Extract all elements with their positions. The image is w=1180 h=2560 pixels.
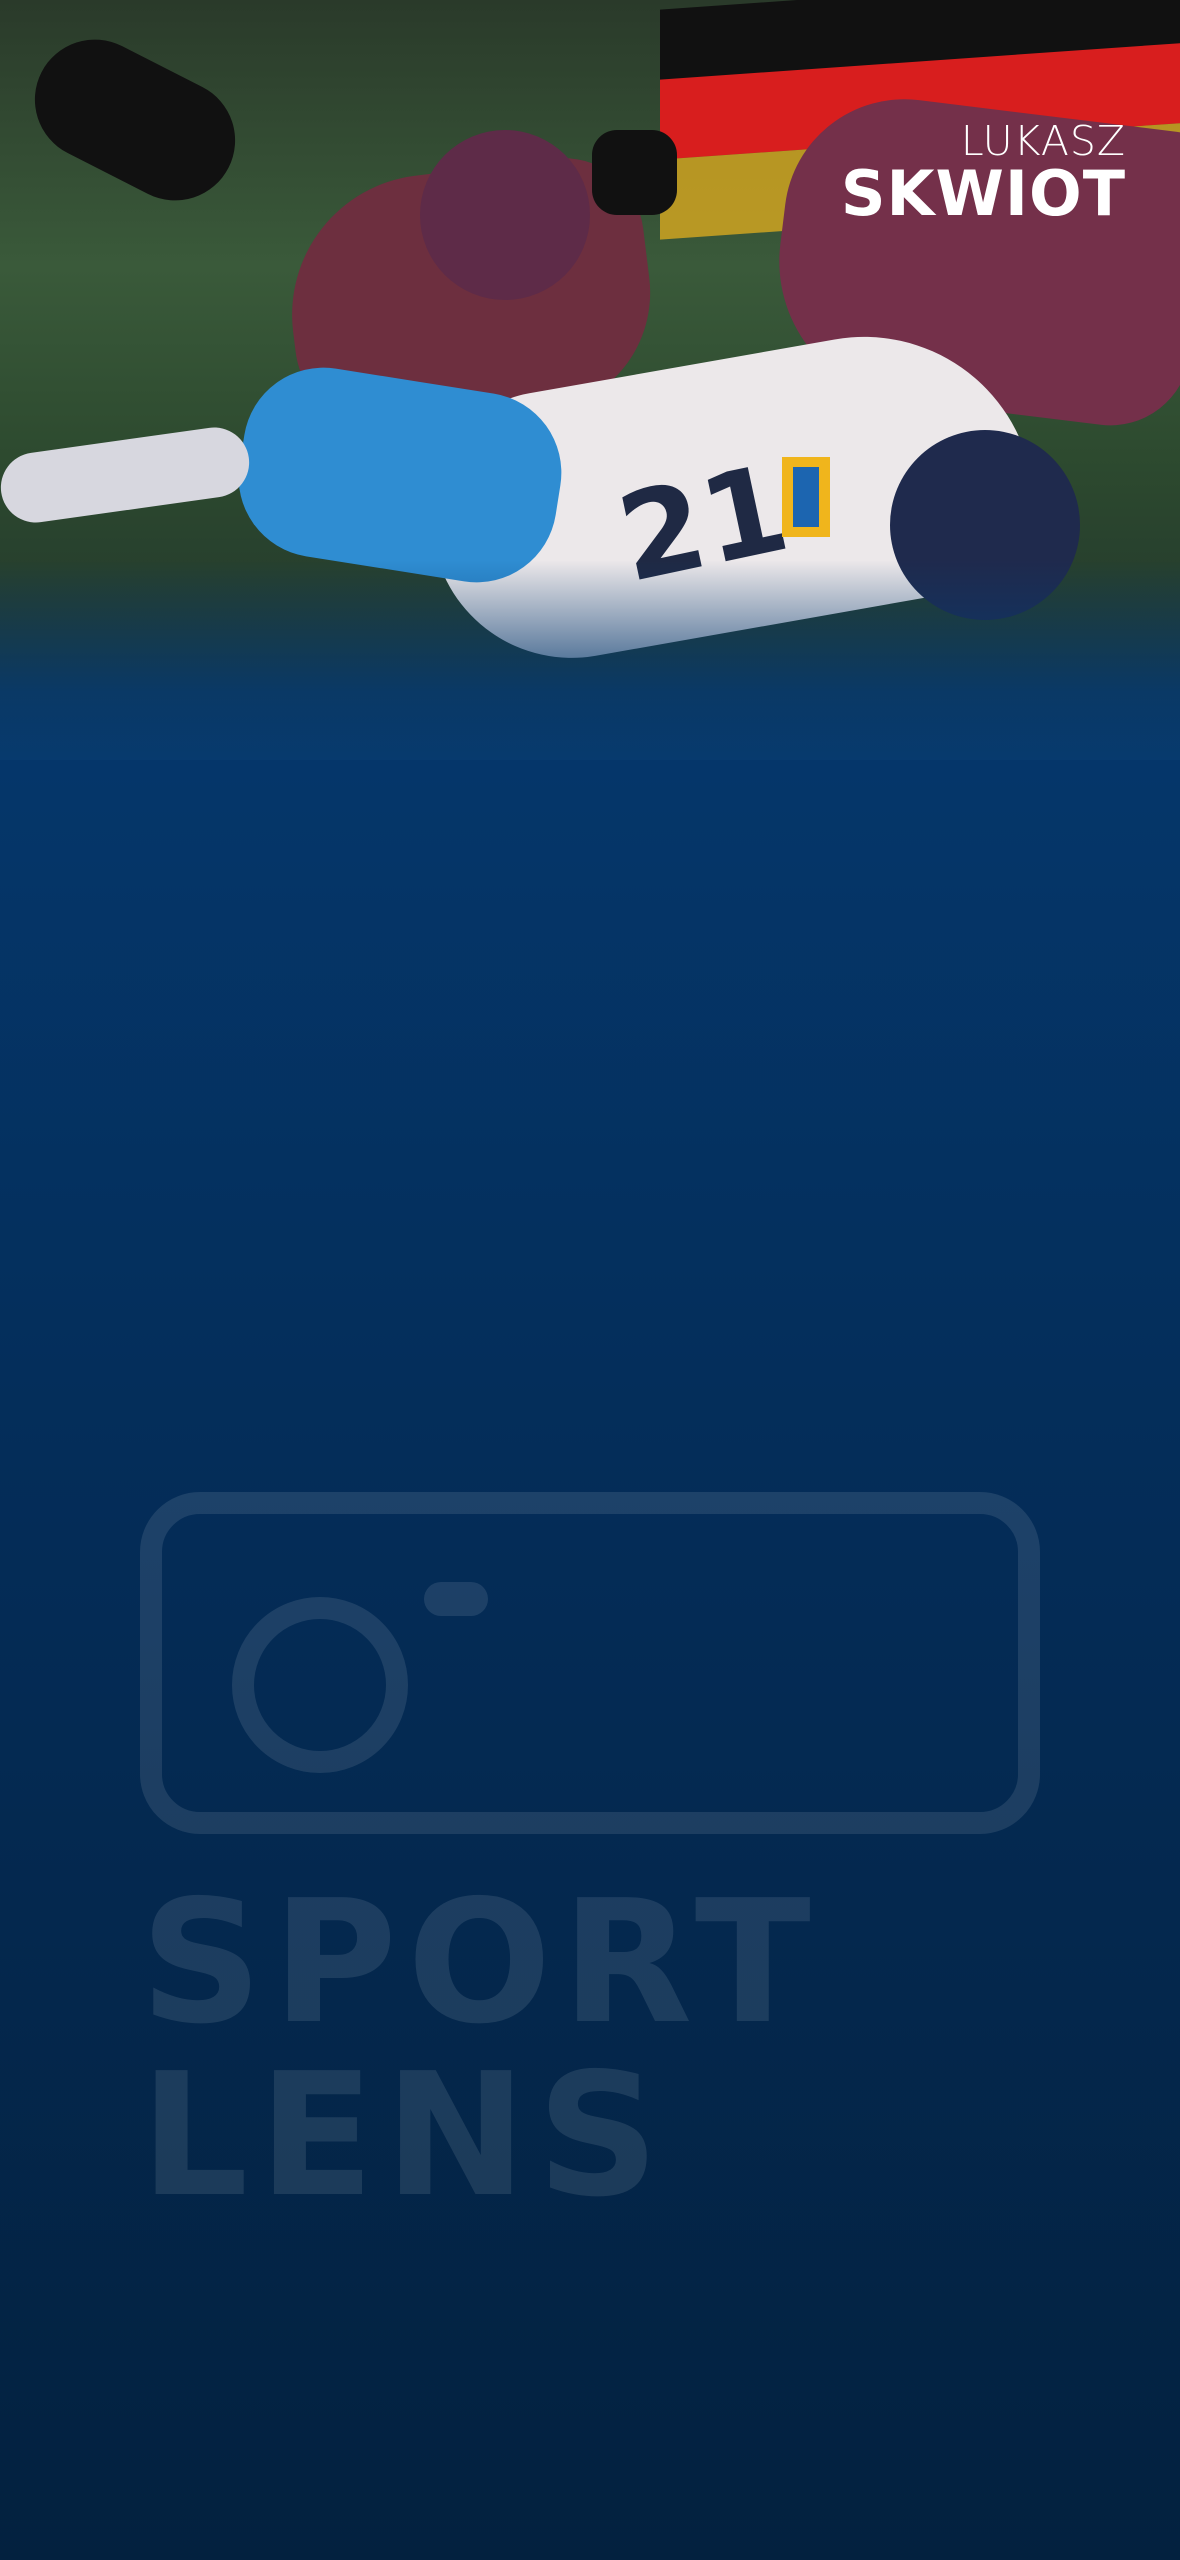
player-last-name: SKWIOT: [840, 157, 1126, 230]
camera-lens-icon: [232, 1597, 408, 1773]
left-arm: [0, 422, 254, 528]
hero-photo: 21 LUKASZ SKWIOT: [0, 0, 1180, 760]
gloved-fist: [592, 130, 677, 215]
maroon-helmet: [420, 130, 590, 300]
jersey-logo-icon: [782, 457, 830, 537]
hero-fade: [0, 560, 1180, 760]
black-sleeve: [14, 18, 256, 222]
camera-flash-icon: [424, 1582, 488, 1616]
camera-icon: [140, 1492, 1040, 1834]
player-name: LUKASZ SKWIOT: [840, 118, 1126, 230]
sportlens-watermark: SPORT LENS: [140, 1492, 1040, 2252]
brand-line-2: LENS: [140, 2037, 670, 2235]
brand-line-1: SPORT: [140, 1864, 821, 2062]
